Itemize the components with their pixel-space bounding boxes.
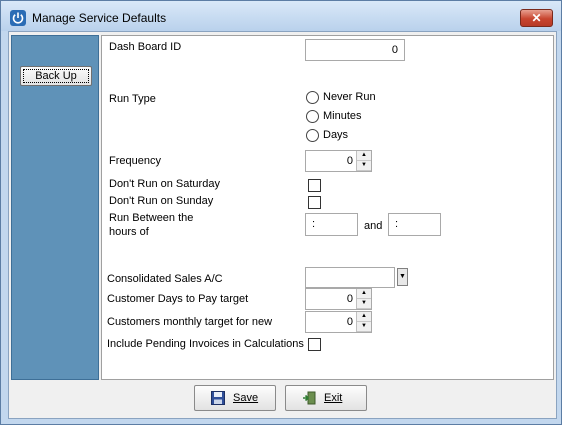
customer-days-label: Customer Days to Pay target <box>107 293 249 305</box>
exit-button[interactable]: Exit <box>285 385 367 411</box>
radio-minutes[interactable] <box>306 110 319 123</box>
customers-monthly-stepper[interactable]: 0 ▲ ▼ <box>305 311 372 333</box>
spin-up-icon[interactable]: ▲ <box>357 151 371 161</box>
spin-down-icon[interactable]: ▼ <box>357 161 371 171</box>
customer-days-stepper[interactable]: 0 ▲ ▼ <box>305 288 372 310</box>
run-between-from-input[interactable]: : <box>305 213 358 236</box>
dont-run-sunday-checkbox[interactable] <box>308 196 321 209</box>
dialog-window: Manage Service Defaults ✕ Back Up Dash B… <box>0 0 562 425</box>
spin-up-icon[interactable]: ▲ <box>357 289 371 299</box>
sidebar-panel: Back Up <box>11 35 99 380</box>
run-between-label-line2: hours of <box>109 226 149 238</box>
include-pending-checkbox[interactable] <box>308 338 321 351</box>
radio-minutes-label[interactable]: Minutes <box>323 110 362 122</box>
frequency-value[interactable]: 0 <box>347 151 353 171</box>
and-label: and <box>364 220 383 232</box>
frequency-label: Frequency <box>109 155 161 167</box>
include-pending-label: Include Pending Invoices in Calculations <box>107 338 304 350</box>
radio-never-run[interactable] <box>306 91 319 104</box>
run-between-label: Run Between the <box>109 212 194 224</box>
consolidated-sales-label: Consolidated Sales A/C <box>107 273 223 285</box>
frequency-stepper[interactable]: 0 ▲ ▼ <box>305 150 372 172</box>
exit-button-label: Exit <box>324 392 343 404</box>
dropdown-arrow-icon[interactable]: ▼ <box>397 268 408 286</box>
save-button[interactable]: Save <box>194 385 276 411</box>
exit-door-icon <box>302 391 316 405</box>
power-icon <box>10 10 26 26</box>
spin-up-icon[interactable]: ▲ <box>357 312 371 322</box>
window-title: Manage Service Defaults <box>32 11 167 25</box>
close-button[interactable]: ✕ <box>520 9 553 27</box>
dont-run-saturday-checkbox[interactable] <box>308 179 321 192</box>
consolidated-sales-combo[interactable] <box>305 267 395 288</box>
spin-down-icon[interactable]: ▼ <box>357 322 371 332</box>
settings-panel: Dash Board ID 0 Run Type Never Run Minut… <box>101 35 554 380</box>
dashboard-id-input[interactable]: 0 <box>305 39 405 61</box>
back-up-button[interactable]: Back Up <box>20 66 92 86</box>
dont-run-sunday-label: Don't Run on Sunday <box>109 195 214 207</box>
run-type-label: Run Type <box>109 93 156 105</box>
radio-never-run-label[interactable]: Never Run <box>323 91 376 103</box>
customers-monthly-value[interactable]: 0 <box>347 312 353 332</box>
floppy-disk-icon <box>211 391 225 405</box>
customer-days-value[interactable]: 0 <box>347 289 353 309</box>
run-between-to-input[interactable]: : <box>388 213 441 236</box>
save-button-label: Save <box>233 392 259 404</box>
title-bar[interactable]: Manage Service Defaults ✕ <box>1 1 561 31</box>
spin-down-icon[interactable]: ▼ <box>357 299 371 309</box>
dont-run-saturday-label: Don't Run on Saturday <box>109 178 220 190</box>
dialog-body: Back Up Dash Board ID 0 Run Type Never R… <box>8 31 557 419</box>
dashboard-id-label: Dash Board ID <box>109 41 182 53</box>
radio-days[interactable] <box>306 129 319 142</box>
radio-days-label[interactable]: Days <box>323 129 348 141</box>
customers-monthly-label: Customers monthly target for new <box>107 316 273 328</box>
